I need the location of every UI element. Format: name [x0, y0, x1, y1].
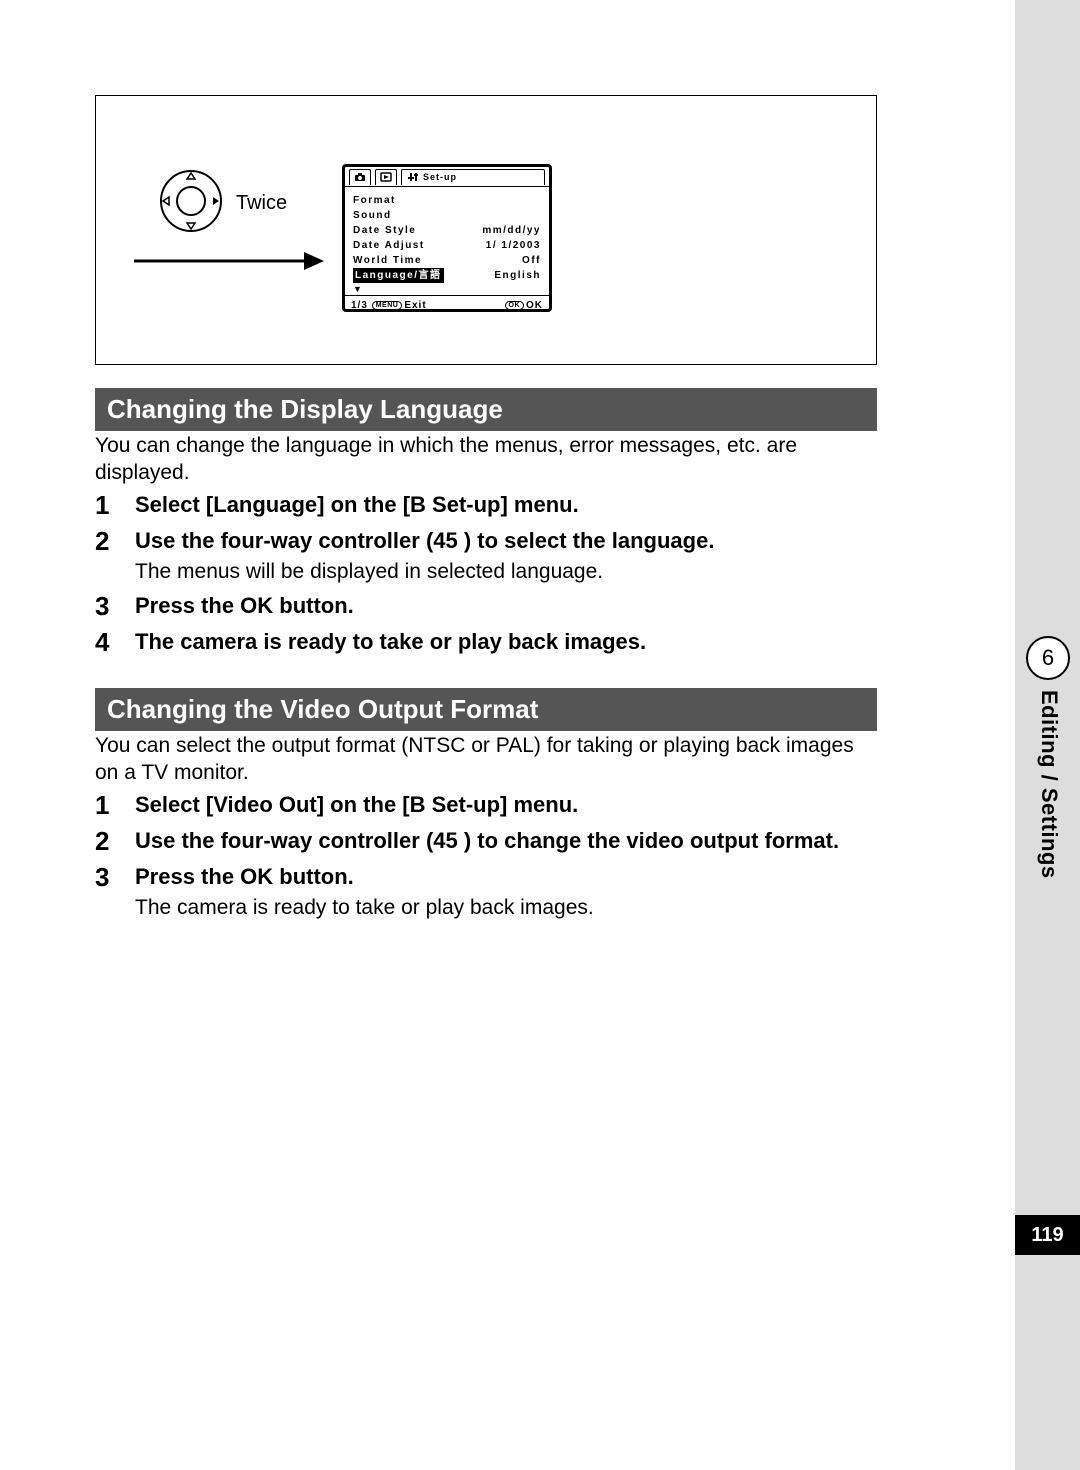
- step-num: 3: [95, 862, 135, 921]
- lcd-world-time: World Time: [353, 253, 422, 268]
- step-title: Select [Video Out] on the [B Set-up] men…: [135, 790, 877, 820]
- step-note: The menus will be displayed in selected …: [135, 558, 877, 585]
- step-num: 1: [95, 790, 135, 820]
- step-num: 4: [95, 627, 135, 657]
- down-triangle-icon: ▼: [353, 285, 541, 293]
- lcd-format: Format: [353, 193, 396, 208]
- step-num: 2: [95, 826, 135, 856]
- tab-camera-icon: [349, 169, 371, 185]
- step-title: Press the OK button.: [135, 591, 877, 621]
- ok-pill: OK: [505, 301, 525, 310]
- step-title: Use the four-way controller (45 ) to cha…: [135, 826, 877, 856]
- four-way-controller-icon: [151, 161, 231, 241]
- twice-label: Twice: [236, 192, 287, 215]
- lcd-date-style-val: mm/dd/yy: [482, 223, 541, 238]
- lcd-footer: 1/3 MENUExit OKOK: [345, 295, 549, 315]
- step-title: The camera is ready to take or play back…: [135, 627, 877, 657]
- step-title: Use the four-way controller (45 ) to sel…: [135, 526, 877, 556]
- lcd-screen: Set-up Format Sound Date Style mm/dd/yy D…: [342, 164, 552, 312]
- lcd-language: Language/言語: [353, 268, 444, 283]
- step-row: 1 Select [Video Out] on the [B Set-up] m…: [95, 790, 877, 820]
- intro-video-output: You can select the output format (NTSC o…: [95, 732, 877, 786]
- intro-display-language: You can change the language in which the…: [95, 432, 877, 486]
- chapter-title: Editing / Settings: [1036, 690, 1062, 879]
- lcd-foot-left: 1/3 MENUExit: [351, 300, 427, 311]
- menu-pill: MENU: [372, 301, 403, 310]
- step-note: The camera is ready to take or play back…: [135, 894, 877, 921]
- step-row: 3 Press the OK button.: [95, 591, 877, 621]
- steps-display-language: 1 Select [Language] on the [B Set-up] me…: [95, 490, 877, 663]
- step-num: 3: [95, 591, 135, 621]
- side-tab: 6 Editing / Settings 119: [1015, 0, 1080, 1470]
- figure-box: Twice Set-up Format Sound Da: [95, 95, 877, 365]
- step-num: 1: [95, 490, 135, 520]
- tools-icon: [406, 172, 420, 182]
- lcd-tab-row: Set-up: [345, 167, 549, 187]
- lcd-page-indicator: 1/3: [351, 300, 368, 311]
- lcd-date-style: Date Style: [353, 223, 416, 238]
- ok-text: OK: [526, 300, 543, 311]
- step-row: 1 Select [Language] on the [B Set-up] me…: [95, 490, 877, 520]
- heading-video-output: Changing the Video Output Format: [95, 688, 877, 731]
- page-number: 119: [1031, 1224, 1063, 1247]
- step-row: 2 Use the four-way controller (45 ) to s…: [95, 526, 877, 585]
- step-row: 2 Use the four-way controller (45 ) to c…: [95, 826, 877, 856]
- setup-label: Set-up: [423, 172, 457, 182]
- lcd-language-val: English: [494, 268, 541, 283]
- steps-video-output: 1 Select [Video Out] on the [B Set-up] m…: [95, 790, 877, 927]
- exit-text: Exit: [404, 300, 426, 311]
- step-title: Select [Language] on the [B Set-up] menu…: [135, 490, 877, 520]
- step-row: 4 The camera is ready to take or play ba…: [95, 627, 877, 657]
- tab-play-icon: [375, 169, 397, 185]
- arrow-right-icon: [134, 246, 324, 276]
- lcd-world-time-val: Off: [522, 253, 541, 268]
- heading-display-language: Changing the Display Language: [95, 388, 877, 431]
- step-row: 3 Press the OK button. The camera is rea…: [95, 862, 877, 921]
- step-title: Press the OK button.: [135, 862, 877, 892]
- lcd-date-adjust: Date Adjust: [353, 238, 425, 253]
- lcd-date-adjust-val: 1/ 1/2003: [486, 238, 541, 253]
- lcd-body: Format Sound Date Style mm/dd/yy Date Adj…: [345, 187, 549, 295]
- chapter-number-badge: 6: [1026, 636, 1070, 680]
- step-num: 2: [95, 526, 135, 585]
- page-number-box: 119: [1015, 1215, 1080, 1255]
- chapter-number: 6: [1042, 645, 1054, 671]
- lcd-foot-right: OKOK: [505, 300, 544, 311]
- lcd-sound: Sound: [353, 208, 392, 223]
- tab-setup: Set-up: [401, 169, 545, 185]
